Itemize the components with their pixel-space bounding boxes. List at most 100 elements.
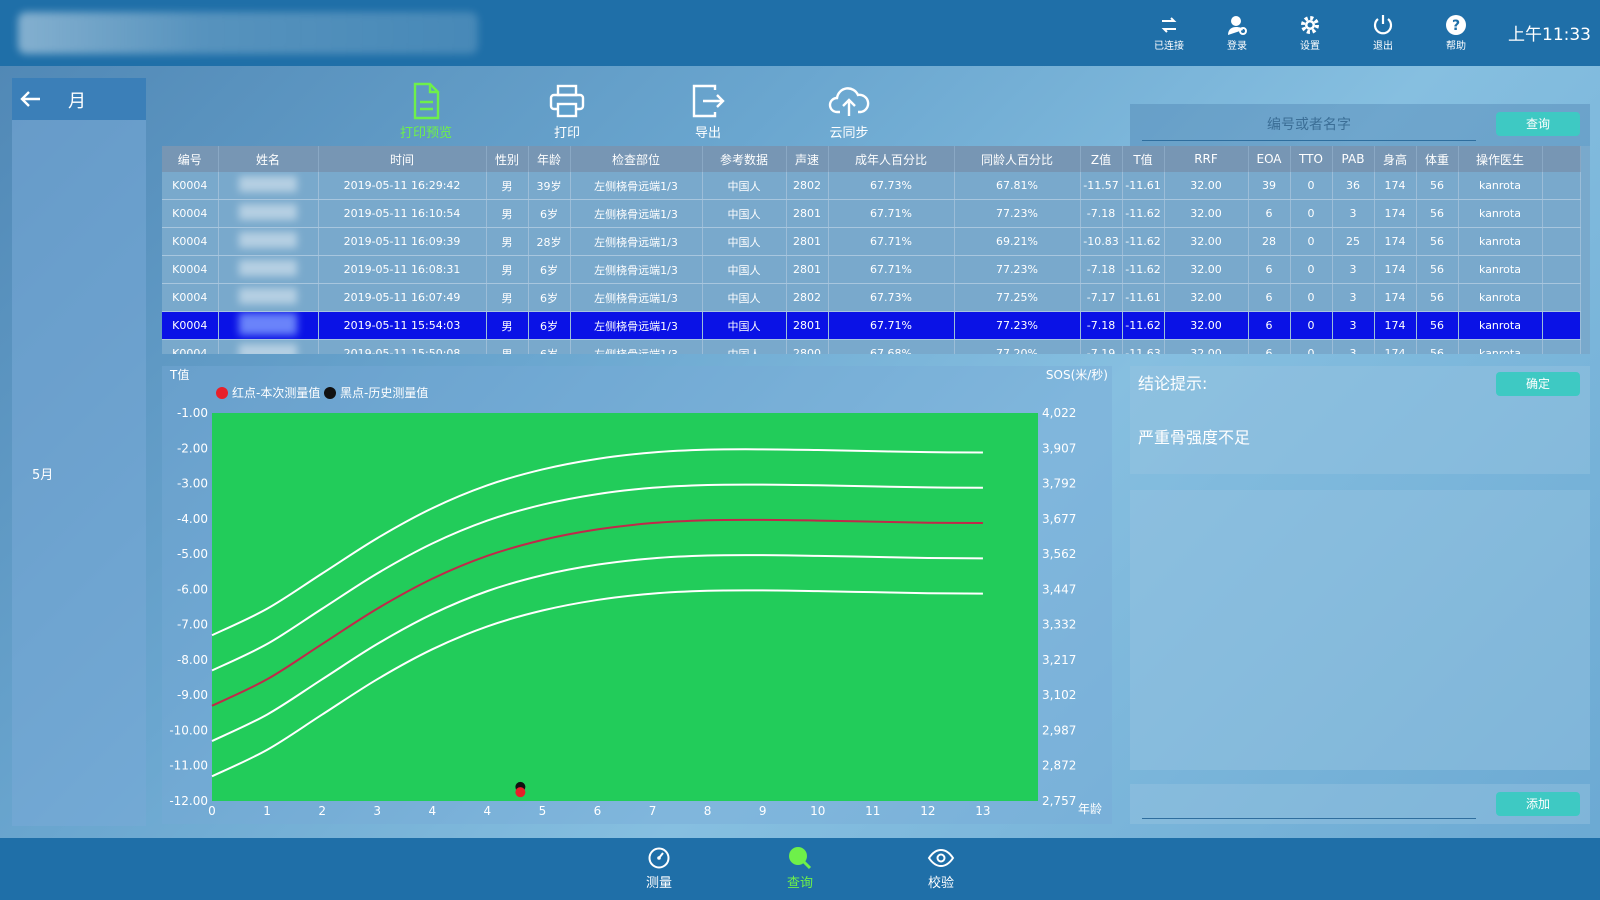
month-item[interactable]: 5月 [32,464,53,483]
column-header[interactable]: 同龄人百分比 [954,146,1081,172]
connection-button[interactable]: 已连接 [1144,14,1194,56]
table-row[interactable]: K0004 2019-05-11 15:50:08 男 6岁 左侧桡骨远端1/3 中国人 2… [162,339,1581,354]
y2-tick-label: 2,872 [1042,759,1076,773]
table-cell: 67.71% [828,199,955,228]
svg-text:?: ? [1452,18,1460,34]
table-cell-spacer [1542,283,1581,312]
table-cell: 男 [486,283,529,312]
export-button[interactable]: 导出 [668,82,748,142]
table-cell: 左侧桡骨远端1/3 [570,311,703,340]
column-header[interactable]: 检查部位 [570,146,703,172]
table-cell: 69.21% [954,227,1081,256]
search-input[interactable] [1142,110,1476,141]
y2-tick-label: 3,677 [1042,512,1076,526]
logout-button[interactable]: 退出 [1358,14,1408,56]
column-header[interactable]: T值 [1122,146,1165,172]
column-header[interactable]: 操作医生 [1458,146,1543,172]
conclusion-text: 严重骨强度不足 [1138,428,1251,447]
nav-verify[interactable]: 校验 [911,846,971,896]
y2-tick-label: 2,987 [1042,723,1076,737]
table-cell: 39岁 [528,172,571,200]
table-cell: 32.00 [1164,311,1249,340]
login-button[interactable]: 登录 [1212,14,1262,56]
column-header[interactable]: 体重 [1416,146,1459,172]
column-header[interactable]: 成年人百分比 [828,146,955,172]
column-header[interactable]: EOA [1248,146,1291,172]
nav-verify-label: 校验 [927,876,954,891]
table-cell: 174 [1374,227,1417,256]
table-cell: 28 [1248,227,1291,256]
table-cell: 77.23% [954,255,1081,284]
help-label: 帮助 [1446,41,1466,52]
column-header[interactable]: PAB [1332,146,1375,172]
cloud-sync-label: 云同步 [829,126,869,141]
table-cell: 2019-05-11 16:07:49 [318,283,487,312]
print-preview-button[interactable]: 打印预览 [386,82,466,142]
y-tick-label: -4.00 [177,512,208,526]
table-cell: 0 [1290,283,1333,312]
table-row[interactable]: K0004 2019-05-11 15:54:03 男 6岁 左侧桡骨远端1/3 中国人 2… [162,311,1581,340]
column-header[interactable]: 时间 [318,146,487,172]
patient-name-blurred [239,344,297,354]
legend-current-dot [216,387,228,399]
column-header[interactable]: 声速 [786,146,829,172]
settings-button[interactable]: 设置 [1285,14,1335,56]
column-header[interactable]: 年龄 [528,146,571,172]
current-point [515,787,526,798]
table-cell: kanrota [1458,227,1543,256]
patient-name-blurred [239,232,297,248]
y-tick-label: -1.00 [177,406,208,420]
add-button[interactable]: 添加 [1496,792,1580,816]
x-tick-label: 11 [865,804,880,818]
table-cell-spacer [1542,172,1581,200]
table-cell: 2801 [786,227,829,256]
table-cell: 3 [1332,311,1375,340]
back-arrow-icon[interactable] [16,84,46,114]
eye-icon [927,848,955,868]
nav-query[interactable]: 查询 [770,846,830,896]
column-header[interactable]: RRF [1164,146,1249,172]
table-cell: 3 [1332,255,1375,284]
nav-measure[interactable]: 测量 [629,846,689,896]
print-button[interactable]: 打印 [527,82,607,142]
column-header[interactable]: Z值 [1080,146,1123,172]
confirm-button[interactable]: 确定 [1496,372,1580,396]
table-row[interactable]: K0004 2019-05-11 16:09:39 男 28岁 左侧桡骨远端1/3 中国人… [162,227,1581,256]
column-header[interactable]: 性别 [486,146,529,172]
table-row[interactable]: K0004 2019-05-11 16:07:49 男 6岁 左侧桡骨远端1/3 中国人 2… [162,283,1581,312]
column-header[interactable]: 参考数据 [702,146,787,172]
column-header[interactable]: TTO [1290,146,1333,172]
table-cell: -11.62 [1122,255,1165,284]
table-cell: 6 [1248,311,1291,340]
column-header[interactable]: 编号 [162,146,219,172]
column-header[interactable]: 姓名 [218,146,319,172]
table-cell: kanrota [1458,283,1543,312]
help-button[interactable]: ? 帮助 [1431,14,1481,56]
table-cell: K0004 [162,255,219,284]
column-header[interactable]: 身高 [1374,146,1417,172]
table-cell: K0004 [162,172,219,200]
plot-area [212,413,1038,801]
table-cell: 56 [1416,172,1459,200]
table-row[interactable]: K0004 2019-05-11 16:29:42 男 39岁 左侧桡骨远端1/3 中国人… [162,172,1581,200]
cloud-sync-button[interactable]: 云同步 [809,82,889,142]
add-note-input[interactable] [1142,790,1476,819]
table-cell: K0004 [162,227,219,256]
legend-history-label: 黑点-历史测量值 [340,385,428,400]
y2-tick-label: 3,217 [1042,653,1076,667]
table-row[interactable]: K0004 2019-05-11 16:08:31 男 6岁 左侧桡骨远端1/3 中国人 2… [162,255,1581,284]
records-grid: 编号 姓名 时间 性别 年龄 检查部位 参考数据 声速 成年人百分比 同龄人百分比 Z值 T值 RRF E… [162,146,1581,354]
app-title-blurred [18,12,478,54]
table-cell: 2801 [786,199,829,228]
search-button[interactable]: 查询 [1496,112,1580,136]
month-panel: 月 5月 [12,78,146,826]
table-cell: 174 [1374,199,1417,228]
table-cell: -11.61 [1122,172,1165,200]
notes-panel[interactable] [1130,490,1590,770]
table-cell: 6岁 [528,339,571,354]
y2-axis-label: SOS(米/秒) [1046,368,1108,382]
table-cell: 0 [1290,227,1333,256]
table-cell: 56 [1416,311,1459,340]
table-row[interactable]: K0004 2019-05-11 16:10:54 男 6岁 左侧桡骨远端1/3 中国人 2… [162,199,1581,228]
x-tick-label: 13 [975,804,990,818]
